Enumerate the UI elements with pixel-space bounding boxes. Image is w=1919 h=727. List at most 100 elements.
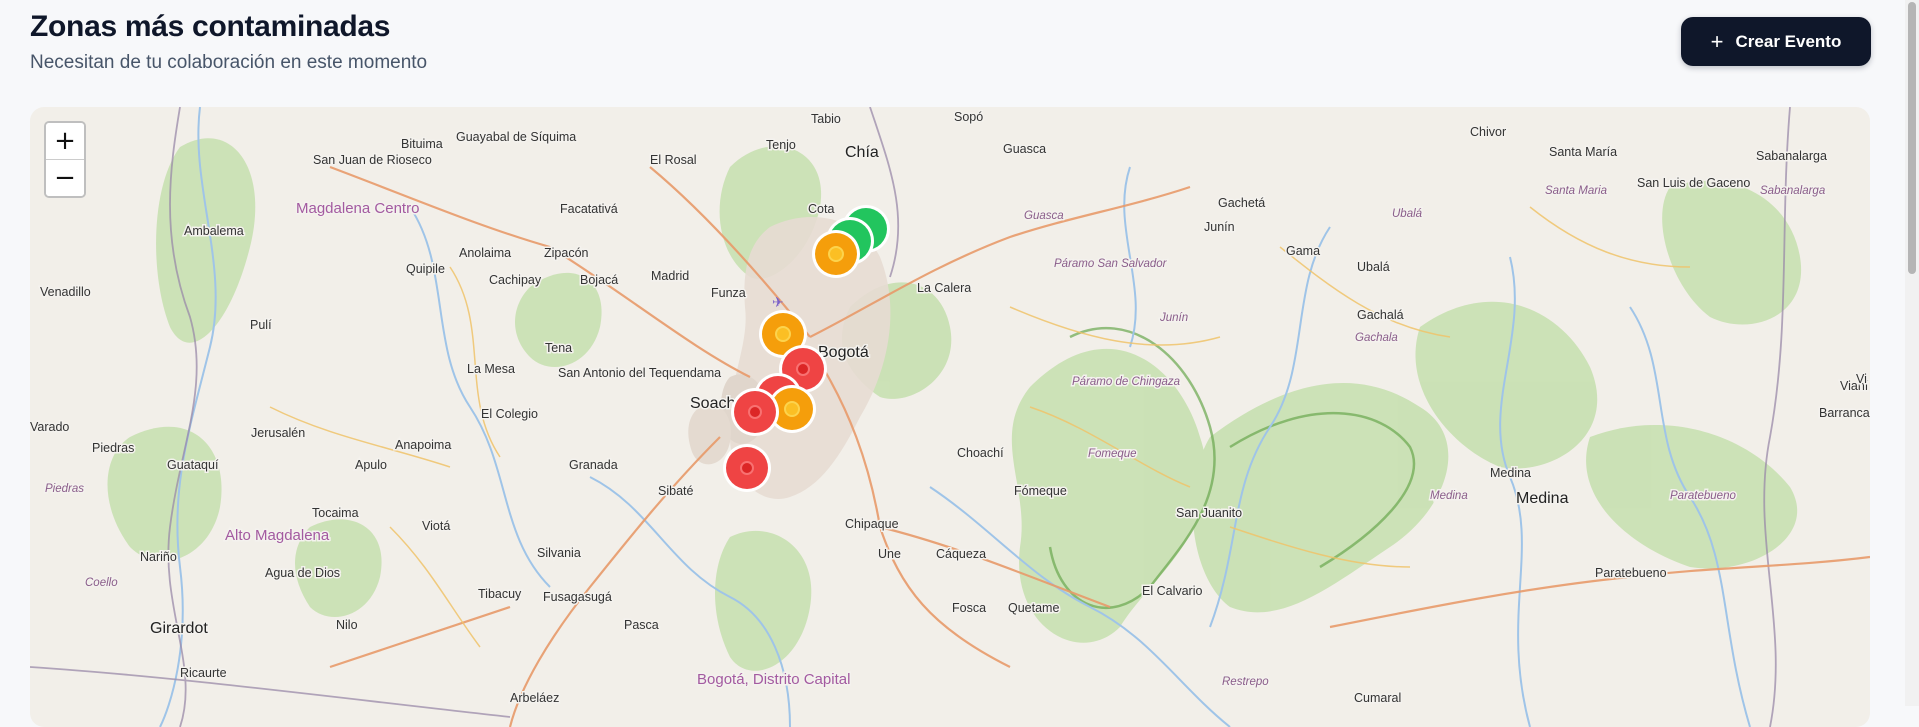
- pollution-marker-high-3[interactable]: [731, 388, 779, 436]
- place-label: Vi: [1856, 372, 1867, 386]
- place-label: Santa Maria: [1545, 185, 1607, 197]
- place-label: Chipaque: [845, 517, 899, 531]
- place-label: Girardot: [150, 620, 208, 637]
- place-label: Arbeláez: [510, 691, 559, 705]
- place-label: Jerusalén: [251, 426, 305, 440]
- place-label: El Colegio: [481, 407, 538, 421]
- place-label: Medina: [1490, 466, 1531, 480]
- place-label: Anapoima: [395, 438, 451, 452]
- place-label: Coello: [85, 577, 118, 589]
- place-label: Paratebueno: [1595, 566, 1667, 580]
- place-label: Sibaté: [658, 484, 693, 498]
- place-label: Sabanalarga: [1760, 185, 1825, 197]
- place-label: Madrid: [651, 269, 689, 283]
- place-label: Gachetá: [1218, 196, 1265, 210]
- place-label: Funza: [711, 286, 746, 300]
- place-label: Alto Magdalena: [225, 527, 330, 544]
- place-label: Guasca: [1024, 210, 1064, 222]
- place-label: Fómeque: [1014, 484, 1067, 498]
- page-subtitle: Necesitan de tu colaboración en este mom…: [30, 52, 428, 73]
- place-label: Gachala: [1355, 332, 1398, 344]
- place-label: Gachalá: [1357, 308, 1404, 322]
- place-label: La Mesa: [467, 362, 515, 376]
- place-label: Apulo: [355, 458, 387, 472]
- place-label: Guayabal de Síquima: [456, 130, 576, 144]
- place-label: Barranca Upía: [1819, 406, 1870, 420]
- place-label: Bogotá: [818, 344, 869, 361]
- place-label: Cumaral: [1354, 691, 1401, 705]
- place-label: Nilo: [336, 618, 358, 632]
- place-label: Cáqueza: [936, 547, 986, 561]
- place-label: Nariño: [140, 550, 177, 564]
- page-scrollbar[interactable]: [1905, 0, 1919, 706]
- place-label: Tibacuy: [478, 587, 522, 601]
- place-label: Varado: [30, 420, 69, 434]
- place-label: Chía: [845, 144, 879, 161]
- place-label: San Antonio del Tequendama: [558, 366, 721, 380]
- place-label: Bogotá, Distrito Capital: [697, 671, 850, 688]
- place-label: Guasca: [1003, 142, 1046, 156]
- map-tiles[interactable]: Tabio Sopó Chivor Chía Tenjo Guasca Sant…: [30, 107, 1870, 727]
- place-label: Anolaima: [459, 246, 511, 260]
- place-label: Granada: [569, 458, 618, 472]
- pollution-map[interactable]: Tabio Sopó Chivor Chía Tenjo Guasca Sant…: [30, 107, 1870, 727]
- place-label: Sabanalarga: [1756, 149, 1827, 163]
- place-label: Ricaurte: [180, 666, 227, 680]
- place-label: Viotá: [422, 519, 450, 533]
- place-label: Choachí: [957, 446, 1004, 460]
- place-label: Tabio: [811, 112, 841, 126]
- forest-areas: [107, 138, 1802, 671]
- place-label: Magdalena Centro: [296, 200, 419, 217]
- place-label: San Luis de Gaceno: [1637, 176, 1750, 190]
- pollution-marker-medium-1[interactable]: [812, 230, 860, 278]
- place-label: Une: [878, 547, 901, 561]
- place-label: Ubalá: [1392, 208, 1423, 220]
- place-label: Fomeque: [1088, 448, 1137, 460]
- place-label: Restrepo: [1222, 676, 1269, 688]
- place-label: Bojacá: [580, 273, 618, 287]
- place-label: Fosca: [952, 601, 986, 615]
- place-label: El Rosal: [650, 153, 697, 167]
- place-label: Paratebueno: [1670, 490, 1736, 502]
- place-label: Zipacón: [544, 246, 589, 260]
- place-label: Quipile: [406, 262, 445, 276]
- airport-icon: ✈: [772, 295, 784, 311]
- place-label: Sopó: [954, 110, 983, 124]
- place-label: Agua de Dios: [265, 566, 340, 580]
- place-label: Silvania: [537, 546, 581, 560]
- place-label: Junín: [1159, 312, 1188, 324]
- place-label: Chivor: [1470, 125, 1506, 139]
- place-label: Tocaima: [312, 506, 359, 520]
- place-label: Bituima: [401, 137, 443, 151]
- place-label: Cota: [808, 202, 834, 216]
- place-label: Tena: [545, 341, 572, 355]
- place-label: San Juan de Rioseco: [313, 153, 432, 167]
- place-label: Piedras: [92, 441, 134, 455]
- zoom-out-button[interactable]: −: [46, 159, 84, 196]
- place-label: El Calvario: [1142, 584, 1202, 598]
- create-event-button[interactable]: + Crear Evento: [1681, 17, 1871, 66]
- scrollbar-thumb[interactable]: [1908, 2, 1916, 274]
- place-label: Junín: [1204, 220, 1235, 234]
- pollution-marker-high-4[interactable]: [723, 444, 771, 492]
- place-label: Tenjo: [766, 138, 796, 152]
- place-label: Pasca: [624, 618, 659, 632]
- place-label: Fusagasugá: [543, 590, 612, 604]
- plus-icon: +: [1710, 28, 1724, 54]
- place-label: Ubalá: [1357, 260, 1390, 274]
- zoom-in-button[interactable]: +: [46, 123, 84, 159]
- place-label: Santa María: [1549, 145, 1617, 159]
- place-label: Ambalema: [184, 224, 244, 238]
- page-title: Zonas más contaminadas: [30, 10, 391, 43]
- place-label: Venadillo: [40, 285, 91, 299]
- page-header: Zonas más contaminadas Necesitan de tu c…: [30, 10, 427, 74]
- place-label: Páramo de Chingaza: [1072, 376, 1180, 388]
- place-label: Gama: [1286, 244, 1320, 258]
- place-label: Medina: [1430, 490, 1468, 502]
- place-label: Guataquí: [167, 458, 219, 472]
- zoom-control: + −: [44, 121, 86, 198]
- place-label: Medina: [1516, 490, 1569, 507]
- place-label: Quetame: [1008, 601, 1059, 615]
- create-event-label: Crear Evento: [1735, 31, 1842, 51]
- place-label: Páramo San Salvador: [1054, 258, 1168, 270]
